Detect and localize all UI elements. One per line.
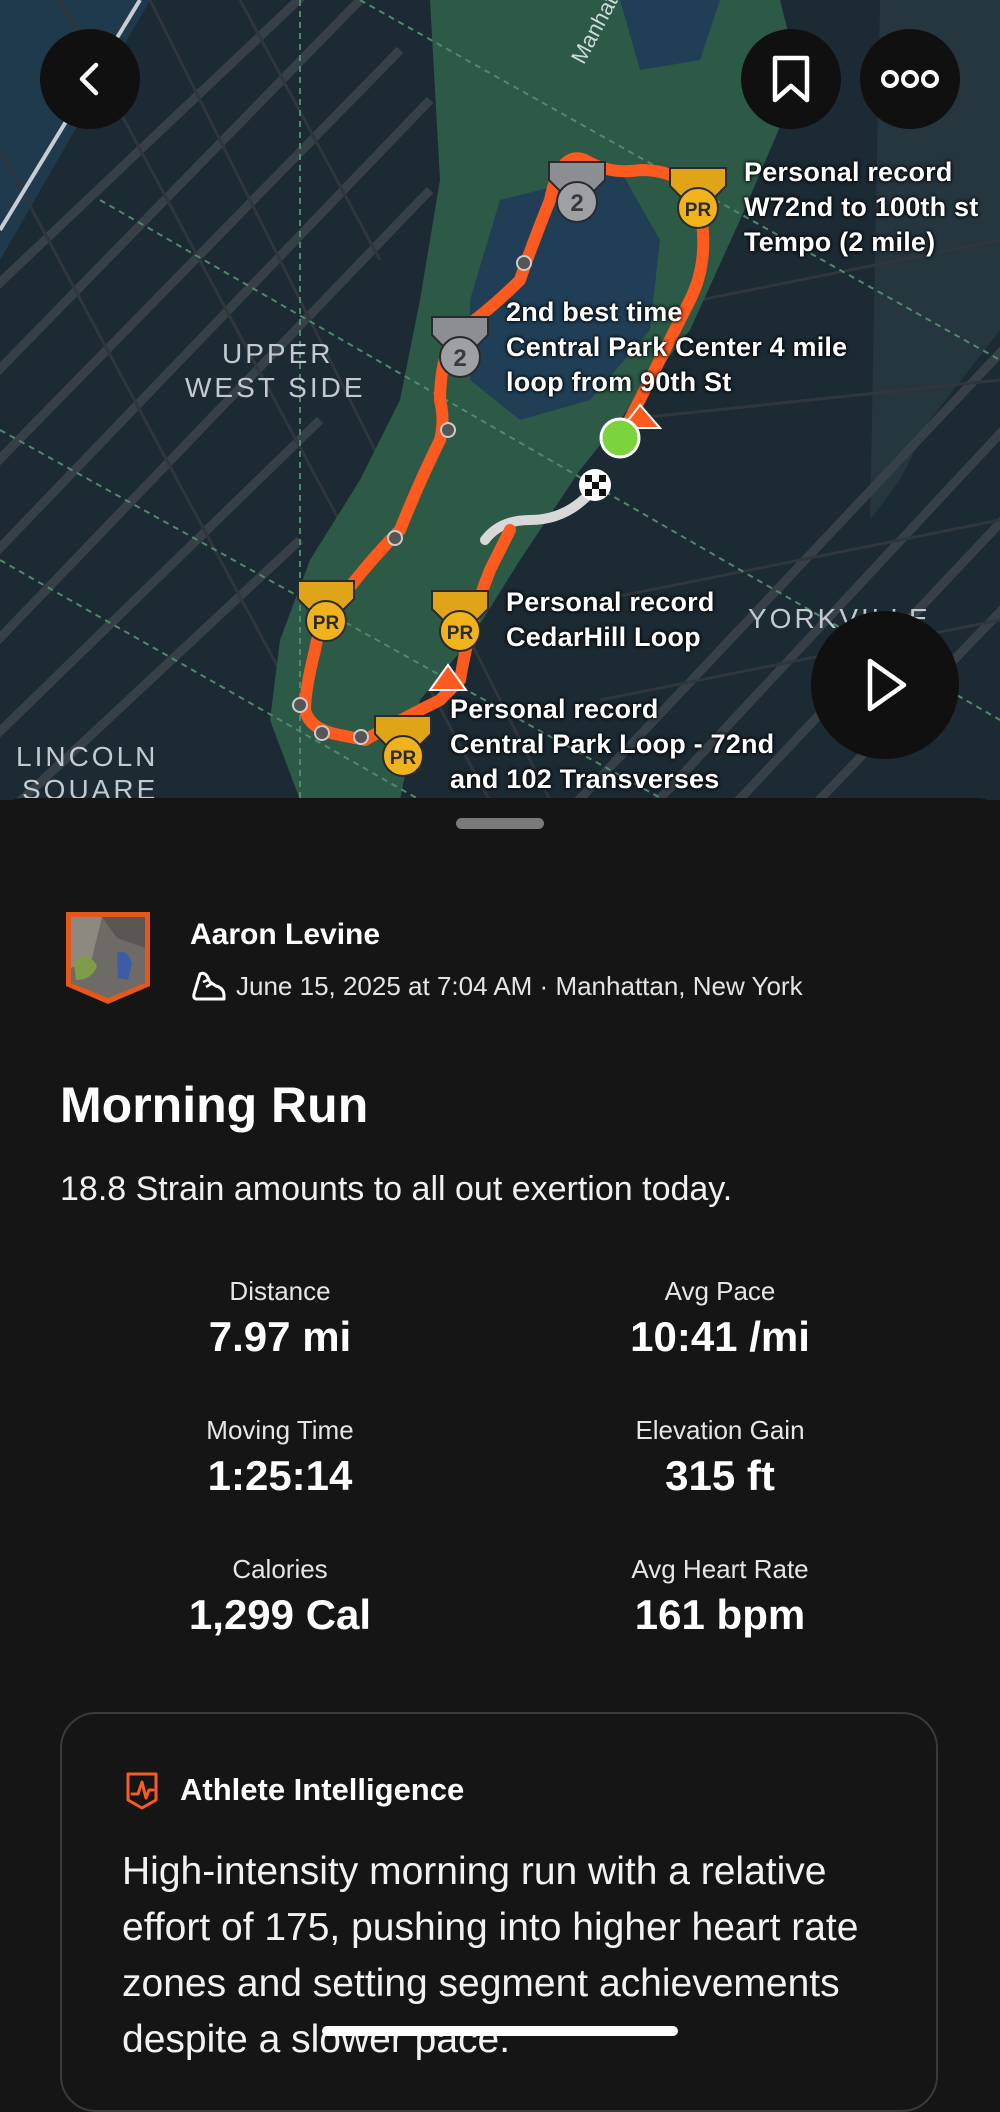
segment-label-4[interactable]: Personal record Central Park Loop - 72nd… xyxy=(450,692,774,797)
stat-value: 1:25:14 xyxy=(207,1452,353,1499)
stat-label: Avg Pace xyxy=(664,1276,776,1306)
activity-title: Morning Run xyxy=(60,1077,369,1133)
pr-medal-icon[interactable]: PR xyxy=(371,712,435,780)
segment-4-line2: Central Park Loop - 72nd xyxy=(450,729,775,759)
silver-medal-icon[interactable]: 2 xyxy=(545,158,609,226)
stat-label: Avg Heart Rate xyxy=(631,1554,809,1584)
activity-description: 18.8 Strain amounts to all out exertion … xyxy=(60,1170,733,1208)
segment-1-line3: Tempo (2 mile) xyxy=(744,227,936,257)
svg-text:2: 2 xyxy=(453,345,466,372)
stat-avg-heart-rate: Avg Heart Rate 161 bpm xyxy=(510,1554,930,1639)
segment-3-line1: Personal record xyxy=(506,587,715,617)
svg-text:PR: PR xyxy=(313,613,340,634)
pr-medal-icon[interactable]: PR xyxy=(294,577,358,645)
home-indicator[interactable] xyxy=(322,2026,678,2036)
bookmark-icon xyxy=(772,55,810,103)
stat-avg-pace: Avg Pace 10:41 /mi xyxy=(510,1276,930,1361)
pr-medal-icon[interactable]: PR xyxy=(428,587,492,655)
more-button[interactable] xyxy=(860,29,960,129)
svg-text:PR: PR xyxy=(447,623,474,644)
route-map[interactable]: 2 2 PR PR PR PR UPPER WEST SIDE YORKVILL… xyxy=(0,0,1000,800)
segment-4-line1: Personal record xyxy=(450,694,659,724)
chevron-left-icon xyxy=(79,62,99,96)
segment-2-line3: loop from 90th St xyxy=(506,367,732,397)
back-button[interactable] xyxy=(40,29,140,129)
silver-medal-icon[interactable]: 2 xyxy=(428,313,492,381)
stat-distance: Distance 7.97 mi xyxy=(70,1276,490,1361)
stat-value: 7.97 mi xyxy=(208,1313,352,1360)
stat-value: 1,299 Cal xyxy=(188,1591,372,1638)
shoe-icon xyxy=(192,971,226,1001)
area-label-lincoln: LINCOLN xyxy=(16,741,159,772)
segment-label-3[interactable]: Personal record CedarHill Loop xyxy=(506,585,715,655)
activity-date-location: June 15, 2025 at 7:04 AM · Manhattan, Ne… xyxy=(236,970,803,1001)
area-label-upper: UPPER xyxy=(222,338,334,369)
play-icon xyxy=(867,658,907,712)
svg-text:2: 2 xyxy=(570,190,583,217)
segment-1-line1: Personal record xyxy=(744,157,953,187)
athlete-name[interactable]: Aaron Levine xyxy=(190,918,380,952)
segment-2-line1: 2nd best time xyxy=(506,297,683,327)
stat-value: 10:41 /mi xyxy=(630,1313,810,1360)
segment-4-line3: and 102 Transverses xyxy=(450,764,720,794)
play-flyover-button[interactable] xyxy=(811,611,959,759)
segment-2-line2: Central Park Center 4 mile xyxy=(506,332,848,362)
stat-elevation-gain: Elevation Gain 315 ft xyxy=(510,1415,930,1500)
athlete-intelligence-card[interactable]: Athlete Intelligence High-intensity morn… xyxy=(60,1712,938,2112)
stat-label: Elevation Gain xyxy=(635,1415,805,1445)
athlete-intelligence-title: Athlete Intelligence xyxy=(180,1772,465,1807)
stat-value: 315 ft xyxy=(665,1452,775,1499)
svg-text:PR: PR xyxy=(390,748,417,769)
segment-1-line2: W72nd to 100th st xyxy=(744,192,979,222)
sheet-handle[interactable] xyxy=(456,818,544,829)
pr-medal-icon[interactable]: PR xyxy=(666,164,730,232)
more-icon xyxy=(881,70,939,88)
stat-label: Moving Time xyxy=(206,1415,354,1445)
stat-moving-time: Moving Time 1:25:14 xyxy=(70,1415,490,1500)
stat-label: Calories xyxy=(232,1554,328,1584)
bookmark-button[interactable] xyxy=(741,29,841,129)
area-label-square: SQUARE xyxy=(22,774,159,800)
svg-text:PR: PR xyxy=(685,200,712,221)
athlete-intelligence-icon xyxy=(126,1772,158,1810)
stat-calories: Calories 1,299 Cal xyxy=(70,1554,490,1639)
area-label-west-side: WEST SIDE xyxy=(185,372,366,403)
activity-meta: June 15, 2025 at 7:04 AM · Manhattan, Ne… xyxy=(190,968,803,1004)
stat-label: Distance xyxy=(229,1276,331,1306)
segment-label-1[interactable]: Personal record W72nd to 100th st Tempo … xyxy=(744,155,978,260)
stat-value: 161 bpm xyxy=(634,1591,806,1638)
segment-3-line2: CedarHill Loop xyxy=(506,622,701,652)
athlete-intelligence-header: Athlete Intelligence xyxy=(122,1770,464,1810)
segment-label-2[interactable]: 2nd best time Central Park Center 4 mile… xyxy=(506,295,847,400)
avatar[interactable] xyxy=(62,908,154,1008)
